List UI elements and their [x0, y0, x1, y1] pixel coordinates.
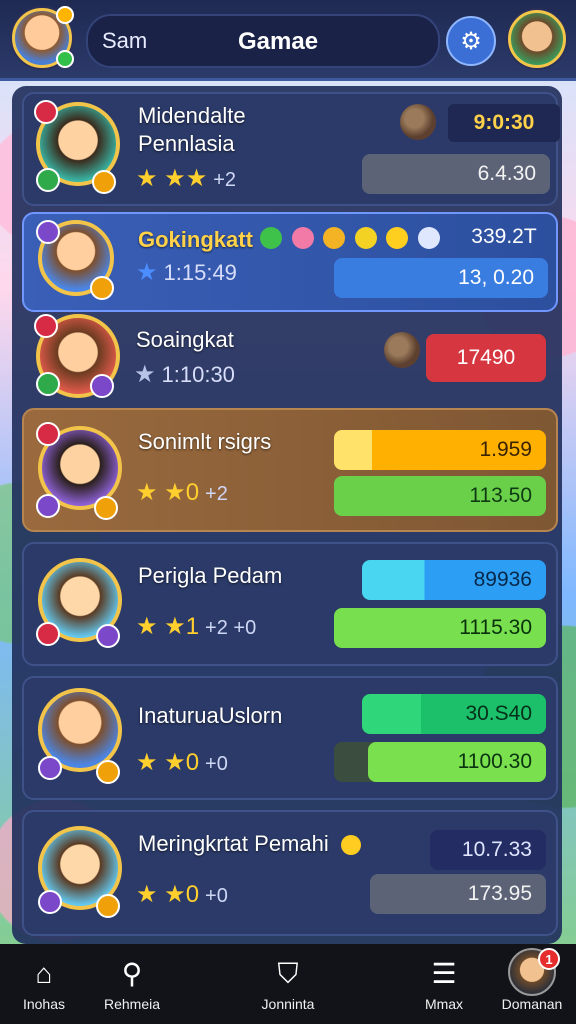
- red-gem-icon: [34, 314, 58, 338]
- chat-icon: ☰: [431, 958, 457, 989]
- online-dot-icon: [56, 50, 74, 68]
- progress-bar-top: 89936: [362, 560, 546, 600]
- nav-chat[interactable]: ☰ Mmax: [400, 944, 488, 1024]
- nav-profile[interactable]: 1 Domanan: [488, 944, 576, 1024]
- list-item[interactable]: Perigla Pedam ★ ★1 +2 +0 89936 1115.30: [22, 542, 558, 666]
- score-bar: 6.4.30: [362, 154, 550, 194]
- timer-row: ★ 1:15:49: [136, 259, 237, 286]
- red-gem-icon: [34, 100, 58, 124]
- progress-bar-bottom: 1100.30: [334, 742, 546, 782]
- star-rating: ★ ★★ +2: [136, 165, 237, 192]
- notification-dot-icon: [56, 6, 74, 24]
- progress-value: 1100.30: [457, 750, 532, 773]
- green-gem-icon: [36, 168, 60, 192]
- resource-icon: [384, 332, 420, 368]
- player-name: Soaingkat: [136, 327, 234, 352]
- yellow-gem-icon: [354, 226, 377, 249]
- silver-gem-icon: [417, 226, 440, 249]
- list-item[interactable]: Gokingkatt ★ 1:15:49 339.2T 13, 0.20: [22, 212, 558, 312]
- player-name: Gokingkatt: [138, 227, 253, 252]
- level-badge-icon: [92, 170, 116, 194]
- star-rating: ★ ★0 +0: [136, 881, 228, 908]
- list-item[interactable]: Soaingkat ★ 1:10:30 17490: [22, 312, 554, 404]
- list-item[interactable]: Sonimlt rsigrs ★ ★0 +2 1.959 113.50: [22, 408, 558, 532]
- search-input[interactable]: Sam: [102, 28, 147, 54]
- progress-bar-top: 30.S40: [362, 694, 546, 734]
- green-gem-icon: [260, 226, 282, 249]
- search-bar[interactable]: Sam Gamae: [86, 14, 440, 68]
- friend-avatar[interactable]: [508, 10, 566, 68]
- notification-badge: 1: [538, 948, 560, 970]
- search-icon: ⚲: [121, 958, 143, 989]
- nav-home[interactable]: ⌂ Inohas: [0, 944, 88, 1024]
- score-label: 339.2T: [471, 225, 537, 248]
- top-bar: Sam Gamae ⚙: [0, 0, 576, 81]
- home-icon: ⌂: [35, 958, 53, 989]
- star-rating: ★ ★0 +0: [136, 749, 228, 776]
- score-bar: 17490: [426, 334, 546, 382]
- info-badge-icon: [90, 374, 114, 398]
- coin-icon: [386, 226, 409, 249]
- player-name: Perigla Pedam: [138, 563, 283, 588]
- purple-gem-icon: [36, 220, 60, 244]
- player-name: Sonimlt rsigrs: [138, 429, 272, 454]
- star-rating: ★ ★1 +2 +0: [136, 613, 257, 640]
- player-name: Midendalte Pennlasia: [138, 103, 246, 156]
- level-badge-icon: [96, 760, 120, 784]
- progress-bar-top: 1.959: [334, 430, 546, 470]
- red-gem-icon: [36, 422, 60, 446]
- silver-star-icon: ★: [134, 361, 156, 388]
- bottom-navigation: ⌂ Inohas ⚲ Rehmeia ⛉ Jonninta ☰ Mmax 1 D…: [0, 944, 576, 1024]
- list-item[interactable]: InaturuaUslorn ★ ★0 +0 30.S40 1100.30: [22, 676, 558, 800]
- purple-gem-icon: [38, 756, 62, 780]
- coin-icon: [340, 835, 361, 856]
- list-item[interactable]: Meringkrtat Pemahi ★ ★0 +0 10.7.33 173.95: [22, 810, 558, 936]
- level-badge-icon: [96, 624, 120, 648]
- score-timer: 9:0:30: [448, 104, 560, 142]
- level-badge-icon: [96, 894, 120, 918]
- purple-gem-icon: [38, 890, 62, 914]
- page-title: Gamae: [238, 28, 319, 55]
- level-badge-icon: [94, 496, 118, 520]
- score-label: 10.7.33: [430, 830, 546, 870]
- progress-bar-bottom: 1115.30: [334, 608, 546, 648]
- gold-gem-icon: [323, 226, 346, 249]
- timer-row: ★ 1:10:30: [134, 361, 235, 388]
- list-item[interactable]: Midendalte Pennlasia ★ ★★ +2 9:0:30 6.4.3…: [22, 92, 560, 206]
- purple-gem-icon: [36, 494, 60, 518]
- score-bar: 173.95: [370, 874, 546, 914]
- nav-clan[interactable]: ⛉ Jonninta: [244, 944, 332, 1024]
- blue-star-icon: ★: [136, 259, 158, 286]
- score-bar: 13, 0.20: [334, 258, 548, 298]
- green-gem-icon: [36, 372, 60, 396]
- resource-icon: [400, 104, 436, 140]
- gear-icon: ⚙: [460, 27, 482, 55]
- player-name: Meringkrtat Pemahi: [138, 830, 361, 858]
- nav-search[interactable]: ⚲ Rehmeia: [88, 944, 176, 1024]
- star-rating: ★ ★0 +2: [136, 479, 228, 506]
- pink-gem-icon: [291, 226, 314, 249]
- settings-button[interactable]: ⚙: [446, 16, 496, 66]
- player-name: InaturuaUslorn: [138, 703, 283, 728]
- gem-collection: [260, 226, 444, 249]
- progress-bar-bottom: 113.50: [334, 476, 546, 516]
- level-badge-icon: [90, 276, 114, 300]
- red-gem-icon: [36, 622, 60, 646]
- shield-icon: ⛉: [277, 958, 299, 989]
